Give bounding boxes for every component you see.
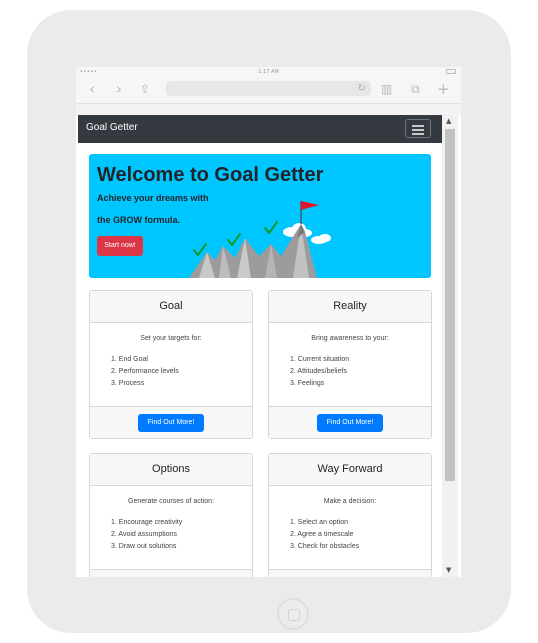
find-out-more-button[interactable]: Find Out More! <box>138 414 204 432</box>
card-footer: Find Out More! <box>269 406 431 438</box>
card-list: 1. Select an option 2. Agree a timescale… <box>290 517 359 553</box>
battery-icon <box>446 69 456 74</box>
list-item: 1. Select an option <box>290 519 348 526</box>
share-icon[interactable]: ⇪ <box>140 79 150 99</box>
checkmark-icon <box>193 221 278 256</box>
scrollbar-thumb[interactable] <box>445 129 455 481</box>
toolbar-spacer <box>76 104 461 115</box>
status-time: 1:17 AM <box>258 69 279 75</box>
navbar: Goal Getter <box>78 115 442 143</box>
chevron-left-icon[interactable]: ‹ <box>89 79 95 99</box>
card-list: 1. Current situation 2. Attitudes/belief… <box>290 354 349 390</box>
list-item: 2. Attitudes/beliefs <box>290 368 347 375</box>
hero-title: Welcome to Goal Getter <box>97 164 324 186</box>
card-footer <box>269 569 431 577</box>
card-footer <box>90 569 252 577</box>
reload-icon[interactable]: ↻ <box>358 81 366 96</box>
chevron-right-icon[interactable]: › <box>116 79 122 99</box>
scrollbar[interactable]: ▲ ▼ <box>442 115 458 577</box>
hamburger-icon[interactable] <box>405 119 431 138</box>
book-icon[interactable]: ▥ <box>381 79 392 99</box>
scroll-up-icon[interactable]: ▲ <box>446 117 451 125</box>
mountain-illustration <box>189 201 331 278</box>
card-way-forward: Way Forward Make a decision: 1. Select a… <box>268 453 432 577</box>
flag-icon <box>301 201 319 210</box>
browser-window: ••••• 1:17 AM ‹ › ⇪ ↻ ▥ ⧉ + Goal Getter … <box>76 67 461 577</box>
list-item: 1. Current situation <box>290 356 350 363</box>
card-list: 1. Encourage creativity 2. Avoid assumpt… <box>111 517 182 553</box>
card-title: Way Forward <box>269 454 431 486</box>
card-reality: Reality Bring awareness to your: 1. Curr… <box>268 290 432 439</box>
list-item: 3. Feelings <box>290 380 325 387</box>
home-button[interactable] <box>277 598 309 630</box>
list-item: 3. Draw out solutions <box>111 543 177 550</box>
card-intro: Make a decision: <box>323 498 377 505</box>
start-now-button[interactable]: Start now! <box>97 236 143 256</box>
card-intro: Set your targets for: <box>140 335 202 342</box>
tabs-icon[interactable]: ⧉ <box>411 79 420 99</box>
list-item: 3. Process <box>111 380 145 387</box>
browser-toolbar: ‹ › ⇪ ↻ ▥ ⧉ + <box>76 76 461 104</box>
status-bar: ••••• 1:17 AM <box>76 67 461 76</box>
card-intro: Generate courses of action: <box>128 498 214 505</box>
card-options: Options Generate courses of action: 1. E… <box>89 453 253 577</box>
navbar-brand[interactable]: Goal Getter <box>86 122 138 133</box>
card-footer: Find Out More! <box>90 406 252 438</box>
address-bar[interactable]: ↻ <box>166 81 371 96</box>
web-page: Goal Getter Welcome to Goal Getter Achie… <box>76 115 461 577</box>
list-item: 2. Agree a timescale <box>290 531 354 538</box>
list-item: 2. Performance levels <box>111 368 179 375</box>
card-intro: Bring awareness to your: <box>311 335 389 342</box>
plus-icon[interactable]: + <box>437 79 450 99</box>
list-item: 2. Avoid assumptions <box>111 531 178 538</box>
card-title: Reality <box>269 291 431 323</box>
card-title: Options <box>90 454 252 486</box>
scroll-down-icon[interactable]: ▼ <box>446 566 451 574</box>
card-title: Goal <box>90 291 252 323</box>
list-item: 1. Encourage creativity <box>111 519 183 526</box>
find-out-more-button[interactable]: Find Out More! <box>317 414 383 432</box>
card-goal: Goal Set your targets for: 1. End Goal 2… <box>89 290 253 439</box>
hero-jumbotron: Welcome to Goal Getter Achieve your drea… <box>89 154 431 278</box>
list-item: 1. End Goal <box>111 356 148 363</box>
card-list: 1. End Goal 2. Performance levels 3. Pro… <box>111 354 179 390</box>
list-item: 3. Check for obstacles <box>290 543 360 550</box>
